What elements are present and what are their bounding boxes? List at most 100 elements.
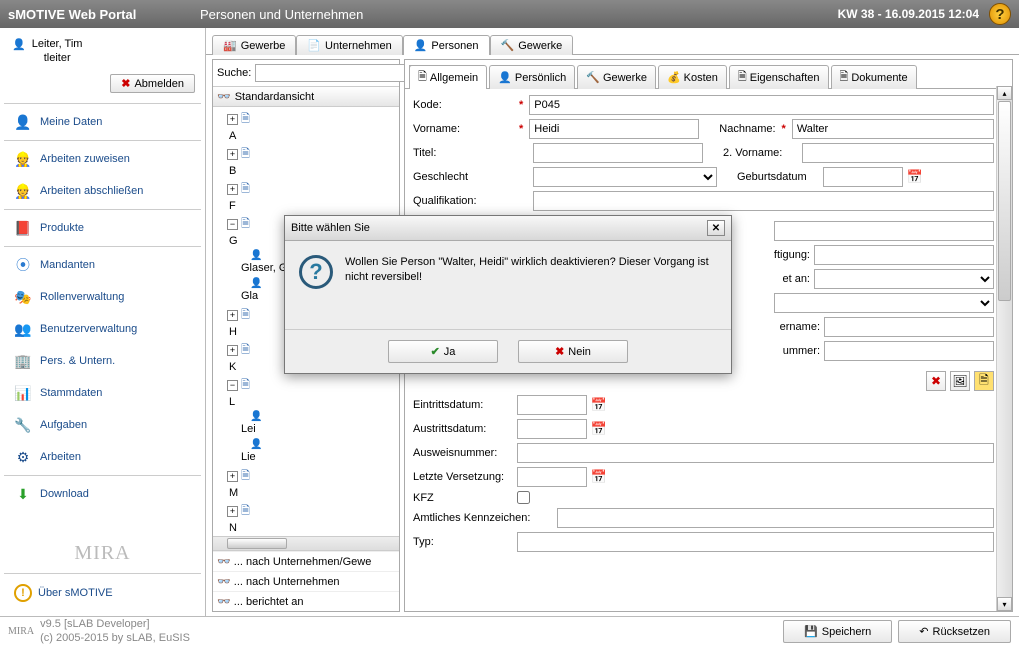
- person-icon: 👤: [414, 39, 428, 52]
- input-kode[interactable]: [529, 95, 994, 115]
- tab-gewerke[interactable]: 🔨Gewerke: [490, 35, 574, 55]
- nav-aufgaben[interactable]: 🔧Aufgaben: [4, 409, 201, 441]
- about-link[interactable]: !Über sMOTIVE: [4, 576, 201, 610]
- expand-icon[interactable]: +: [227, 471, 238, 482]
- dialog-no-button[interactable]: ✖Nein: [518, 340, 628, 363]
- label-vorname2: 2. Vorname:: [723, 147, 782, 159]
- expand-icon[interactable]: +: [227, 149, 238, 160]
- subtab-gewerke[interactable]: 🔨Gewerke: [577, 65, 656, 89]
- dialog-text: Wollen Sie Person "Walter, Heidi" wirkli…: [345, 255, 717, 289]
- nav-mandanten[interactable]: ⦿Mandanten: [4, 249, 201, 281]
- input-ummer[interactable]: [824, 341, 994, 361]
- input-typ[interactable]: [517, 532, 994, 552]
- checkbox-kfz[interactable]: [517, 491, 530, 504]
- collapse-icon[interactable]: −: [227, 219, 238, 230]
- nav-arbeiten[interactable]: ⚙Arbeiten: [4, 441, 201, 473]
- props-icon: 🗎: [738, 68, 747, 87]
- subtab-allgemein[interactable]: 🗎Allgemein: [409, 65, 487, 89]
- tree-view-unternehmen-gewerke[interactable]: 👓 ... nach Unternehmen/Gewe: [213, 551, 399, 571]
- sub-tabs: 🗎Allgemein 👤Persönlich 🔨Gewerke 💰Kosten …: [405, 60, 1012, 89]
- input-vorname2[interactable]: [802, 143, 994, 163]
- tree-node-b[interactable]: B: [227, 164, 397, 178]
- tree-node-l[interactable]: L: [227, 395, 397, 409]
- calendar-icon[interactable]: 📅: [907, 169, 923, 185]
- book-icon: 📕: [14, 219, 32, 237]
- image-button[interactable]: 🖼: [950, 371, 970, 391]
- nav-download[interactable]: ⬇Download: [4, 478, 201, 510]
- subtab-dokumente[interactable]: 🗎Dokumente: [831, 65, 917, 89]
- tree-node-n[interactable]: N: [227, 521, 397, 535]
- label-kfz: KFZ: [413, 492, 513, 504]
- input-nachname[interactable]: [792, 119, 994, 139]
- label-qualifikation: Qualifikation:: [413, 195, 513, 207]
- close-icon: ✖: [555, 345, 564, 358]
- docs-icon: 🗎: [840, 68, 849, 87]
- input-ername[interactable]: [824, 317, 994, 337]
- user-name: Leiter, Tim: [32, 38, 83, 50]
- subtab-eigenschaften[interactable]: 🗎Eigenschaften: [729, 65, 829, 89]
- tab-unternehmen[interactable]: 📄Unternehmen: [296, 35, 402, 55]
- new-button[interactable]: 🗎: [974, 371, 994, 391]
- users-icon: 👥: [14, 320, 32, 338]
- tree-header[interactable]: 👓Standardansicht: [213, 87, 399, 107]
- expand-icon[interactable]: +: [227, 184, 238, 195]
- save-button[interactable]: 💾Speichern: [783, 620, 892, 643]
- input-kennzeichen[interactable]: [557, 508, 994, 528]
- collapse-icon[interactable]: −: [227, 380, 238, 391]
- calendar-icon[interactable]: 📅: [591, 397, 607, 413]
- input-vorname[interactable]: [529, 119, 699, 139]
- tree-node-f[interactable]: F: [227, 199, 397, 213]
- input-blank1[interactable]: [774, 221, 994, 241]
- help-icon[interactable]: ?: [989, 3, 1011, 25]
- delete-button[interactable]: ✖: [926, 371, 946, 391]
- input-qualifikation[interactable]: [533, 191, 994, 211]
- assign-icon: 👷: [14, 150, 32, 168]
- input-eintritt[interactable]: [517, 395, 587, 415]
- input-titel[interactable]: [533, 143, 703, 163]
- tree-hscroll[interactable]: [213, 536, 399, 550]
- subtab-persoenlich[interactable]: 👤Persönlich: [489, 65, 575, 89]
- select-blank2[interactable]: [774, 293, 994, 313]
- nav-produkte[interactable]: 📕Produkte: [4, 212, 201, 244]
- tree-node-m[interactable]: M: [227, 486, 397, 500]
- tree-node-a[interactable]: A: [227, 129, 397, 143]
- tab-personen[interactable]: 👤Personen: [403, 35, 490, 55]
- tab-gewerbe[interactable]: 🏭Gewerbe: [212, 35, 296, 55]
- select-etan[interactable]: [814, 269, 994, 289]
- input-austritt[interactable]: [517, 419, 587, 439]
- form-vscroll[interactable]: ▴▾: [996, 86, 1012, 611]
- label-austritt: Austrittsdatum:: [413, 423, 513, 435]
- input-ausweis[interactable]: [517, 443, 994, 463]
- input-ftigung[interactable]: [814, 245, 994, 265]
- label-eintritt: Eintrittsdatum:: [413, 399, 513, 411]
- wrench-icon: 🔧: [14, 416, 32, 434]
- expand-icon[interactable]: +: [227, 310, 238, 321]
- tree-item-lei[interactable]: Lei: [239, 422, 397, 436]
- expand-icon[interactable]: +: [227, 114, 238, 125]
- tree-view-berichtet[interactable]: 👓 ... berichtet an: [213, 591, 399, 611]
- logout-button[interactable]: ✖Abmelden: [110, 74, 195, 93]
- expand-icon[interactable]: +: [227, 345, 238, 356]
- calendar-icon[interactable]: 📅: [591, 421, 607, 437]
- nav-stammdaten[interactable]: 📊Stammdaten: [4, 377, 201, 409]
- dialog-close-button[interactable]: ✕: [707, 220, 725, 236]
- input-geburtsdatum[interactable]: [823, 167, 903, 187]
- select-geschlecht[interactable]: [533, 167, 717, 187]
- dialog-yes-button[interactable]: ✔Ja: [388, 340, 498, 363]
- nav-pers-untern[interactable]: 🏢Pers. & Untern.: [4, 345, 201, 377]
- calendar-icon[interactable]: 📅: [591, 469, 607, 485]
- nav-meine-daten[interactable]: 👤Meine Daten: [4, 106, 201, 138]
- nav-arbeiten-abschliessen[interactable]: 👷Arbeiten abschließen: [4, 175, 201, 207]
- tree-view-unternehmen[interactable]: 👓 ... nach Unternehmen: [213, 571, 399, 591]
- nav-rollen[interactable]: 🎭Rollenverwaltung: [4, 281, 201, 313]
- expand-icon[interactable]: +: [227, 506, 238, 517]
- page-title: Personen und Unternehmen: [200, 7, 838, 22]
- reset-button[interactable]: ↶Rücksetzen: [898, 620, 1011, 643]
- nav-benutzer[interactable]: 👥Benutzerverwaltung: [4, 313, 201, 345]
- input-versetzung[interactable]: [517, 467, 587, 487]
- doc-icon: 🗎: [241, 148, 250, 160]
- tree-item-lie[interactable]: Lie: [239, 450, 397, 464]
- subtab-kosten[interactable]: 💰Kosten: [658, 65, 727, 89]
- nav-arbeiten-zuweisen[interactable]: 👷Arbeiten zuweisen: [4, 143, 201, 175]
- search-input[interactable]: [255, 64, 405, 82]
